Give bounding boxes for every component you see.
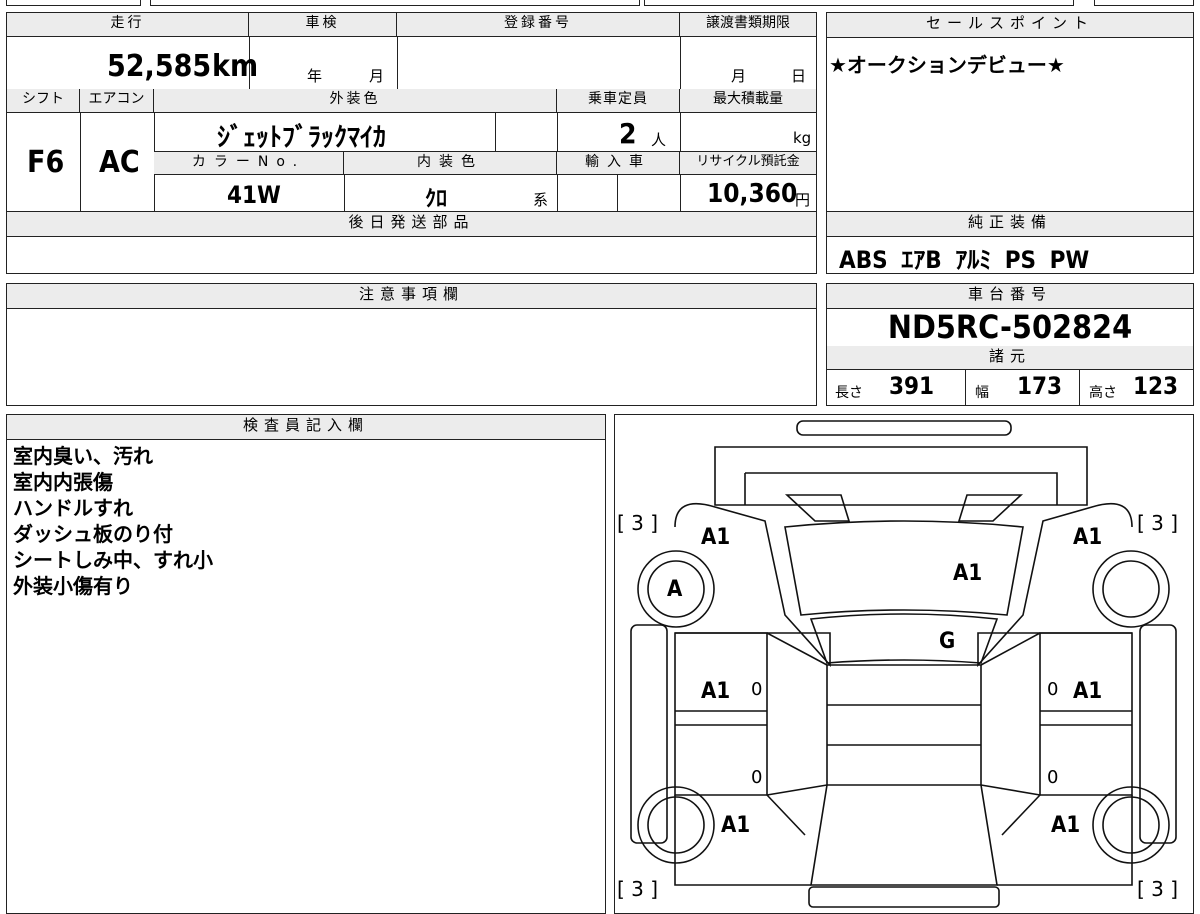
transfer-day-label: 日 bbox=[791, 67, 807, 85]
tire-count-front-left: [ 3 ] bbox=[617, 511, 659, 535]
top-stub-right bbox=[644, 0, 1074, 6]
mark-door-right: A1 bbox=[1073, 679, 1103, 704]
chassis-box: 車台番号 ND5RC-502824 諸元 長さ 391 幅 173 高さ 123 bbox=[826, 283, 1194, 406]
ac-header: エアコン bbox=[80, 89, 154, 113]
mark-front-right: A1 bbox=[1073, 525, 1103, 550]
equipment-header: 純正装備 bbox=[827, 212, 1193, 237]
mileage-header: 走行 bbox=[7, 13, 249, 37]
mark-windshield: G bbox=[939, 629, 956, 654]
remark-line: ハンドルすれ bbox=[13, 496, 133, 520]
remark-line: 室内内張傷 bbox=[13, 470, 113, 494]
inspection-header: 車検 bbox=[249, 13, 397, 37]
mark-zero: 0 bbox=[1047, 679, 1059, 700]
width-label: 幅 bbox=[975, 385, 989, 401]
car-diagram-box: [ 3 ] [ 3 ] [ 3 ] [ 3 ] A1 A1 A1 A G A1 … bbox=[614, 414, 1194, 914]
notes-header: 注意事項欄 bbox=[7, 284, 816, 309]
tire-count-rear-right: [ 3 ] bbox=[1137, 877, 1179, 901]
chassis-number: ND5RC-502824 bbox=[887, 308, 1133, 346]
later-parts-box: 後日発送部品 bbox=[6, 212, 817, 274]
top-stub-left bbox=[6, 0, 141, 6]
mark-zero: 0 bbox=[751, 679, 763, 700]
vehicle-info-table: 走行 車検 登録番号 譲渡書類期限 52,585 km 年 月 月 日 シフト … bbox=[6, 12, 817, 212]
width-value: 173 bbox=[1017, 372, 1063, 400]
mark-rear-right: A1 bbox=[1051, 813, 1081, 838]
height-label: 高さ bbox=[1089, 385, 1117, 401]
capacity-unit: 人 bbox=[651, 131, 667, 149]
ac-value: AC bbox=[99, 145, 140, 180]
mark-front-left: A1 bbox=[701, 525, 731, 550]
sales-point-header: セールスポイント bbox=[827, 13, 1193, 38]
tire-count-rear-left: [ 3 ] bbox=[617, 877, 659, 901]
recycle-header: リサイクル預託金 bbox=[680, 151, 816, 175]
mark-zero: 0 bbox=[1047, 767, 1059, 788]
top-stub-far bbox=[1094, 0, 1194, 6]
mileage-unit: km bbox=[212, 49, 259, 84]
remark-line: 外装小傷有り bbox=[13, 574, 133, 598]
interior-suffix: 系 bbox=[533, 191, 549, 209]
inspector-remarks: 室内臭い、汚れ 室内内張傷 ハンドルすれ ダッシュ板のり付 シートしみ中、すれ小… bbox=[13, 443, 213, 599]
tire-count-front-right: [ 3 ] bbox=[1137, 511, 1179, 535]
sales-point-text: ★オークションデビュー★ bbox=[829, 53, 1065, 77]
sales-point-box: セールスポイント ★オークションデビュー★ bbox=[826, 12, 1194, 212]
notes-box: 注意事項欄 bbox=[6, 283, 817, 406]
specs-header: 諸元 bbox=[827, 346, 1193, 370]
equipment-box: 純正装備 ABS ｴｱB ｱﾙﾐ PS PW bbox=[826, 212, 1194, 274]
later-parts-header: 後日発送部品 bbox=[7, 212, 816, 237]
transfer-month-label: 月 bbox=[731, 67, 747, 85]
car-diagram bbox=[630, 420, 1177, 908]
remark-line: シートしみ中、すれ小 bbox=[13, 548, 213, 572]
transfer-header: 譲渡書類期限 bbox=[680, 13, 816, 37]
capacity-header: 乗車定員 bbox=[557, 89, 680, 113]
color-no-value: 41W bbox=[227, 181, 281, 209]
exterior-header: 外装色 bbox=[154, 89, 557, 113]
length-value: 391 bbox=[889, 372, 935, 400]
inspector-header: 検査員記入欄 bbox=[7, 415, 605, 440]
registration-header: 登録番号 bbox=[397, 13, 680, 37]
mark-door-left: A1 bbox=[701, 679, 731, 704]
inspection-month-label: 月 bbox=[369, 67, 385, 85]
recycle-unit: 円 bbox=[795, 191, 811, 209]
import-header: 輸入車 bbox=[557, 151, 680, 175]
shift-value: F6 bbox=[27, 145, 65, 180]
interior-value: ｸﾛ bbox=[425, 187, 448, 212]
interior-header: 内装色 bbox=[344, 151, 557, 175]
shift-header: シフト bbox=[7, 89, 80, 113]
chassis-header: 車台番号 bbox=[827, 284, 1193, 309]
mark-zero: 0 bbox=[751, 767, 763, 788]
load-unit: kg bbox=[793, 129, 812, 147]
load-header: 最大積載量 bbox=[680, 89, 816, 113]
inspector-box: 検査員記入欄 室内臭い、汚れ 室内内張傷 ハンドルすれ ダッシュ板のり付 シート… bbox=[6, 414, 606, 914]
mark-hood: A1 bbox=[953, 561, 983, 586]
recycle-value: 10,360 bbox=[707, 179, 798, 209]
color-no-header: カラーNo. bbox=[154, 151, 344, 175]
mark-wheel-front-left: A bbox=[667, 577, 683, 602]
inspection-year-label: 年 bbox=[307, 67, 323, 85]
mark-rear-left: A1 bbox=[721, 813, 751, 838]
capacity-value: 2 bbox=[619, 117, 637, 150]
remark-line: 室内臭い、汚れ bbox=[13, 444, 153, 468]
exterior-value: ｼﾞｪｯﾄﾌﾞﾗｯｸﾏｲｶ bbox=[217, 123, 387, 153]
height-value: 123 bbox=[1133, 372, 1179, 400]
mileage-value: 52,585 bbox=[107, 49, 212, 84]
equipment-text: ABS ｴｱB ｱﾙﾐ PS PW bbox=[839, 246, 1090, 274]
remark-line: ダッシュ板のり付 bbox=[13, 522, 173, 546]
top-stub-mid bbox=[150, 0, 640, 6]
length-label: 長さ bbox=[835, 385, 863, 401]
